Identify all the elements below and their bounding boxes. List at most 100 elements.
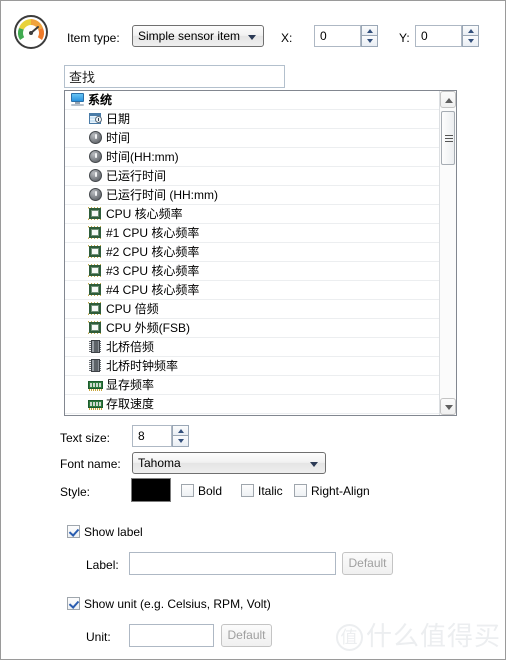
watermark-mark: 值 [335, 624, 363, 651]
list-item-label: 时间(HH:mm) [106, 150, 179, 164]
clock-icon [88, 188, 103, 202]
text-size-input[interactable] [132, 425, 172, 447]
bold-checkbox[interactable]: Bold [181, 484, 222, 498]
italic-checkbox[interactable]: Italic [241, 484, 283, 498]
list-item-label: 系统 [88, 93, 113, 107]
search-input[interactable] [64, 65, 285, 88]
memory-icon [88, 378, 103, 392]
clock-icon [88, 150, 103, 164]
y-stepper-down[interactable] [462, 36, 479, 47]
show-label-text: Show label [84, 525, 143, 539]
right-align-checkbox[interactable]: Right-Align [294, 484, 370, 498]
cpu-icon [88, 302, 103, 316]
unit-default-button[interactable]: Default [221, 624, 272, 647]
chevron-down-icon [248, 35, 256, 40]
list-item[interactable]: #3 CPU 核心频率 [65, 262, 439, 281]
list-item[interactable]: 时间 [65, 129, 439, 148]
list-item-label: #3 CPU 核心频率 [106, 264, 200, 278]
text-color-swatch[interactable] [131, 478, 171, 502]
item-type-value: Simple sensor item [138, 29, 241, 43]
dialog-root: Item type: Simple sensor item X: Y: 系统日期… [1, 1, 505, 659]
header-bar: Item type: Simple sensor item X: Y: [1, 1, 506, 59]
watermark-text: 什么值得买 [365, 622, 501, 652]
x-stepper-down[interactable] [361, 36, 378, 47]
list-item-label: 日期 [106, 112, 131, 126]
chevron-down-icon [310, 462, 318, 467]
list-item[interactable]: #4 CPU 核心频率 [65, 281, 439, 300]
watermark: 值什么值得买 [335, 616, 501, 653]
list-item[interactable]: CPU 核心频率 [65, 205, 439, 224]
list-item[interactable]: 北桥时钟频率 [65, 357, 439, 376]
y-stepper-up[interactable] [462, 25, 479, 36]
list-item-label: 时间 [106, 131, 131, 145]
list-item[interactable]: #2 CPU 核心频率 [65, 243, 439, 262]
sensor-list[interactable]: 系统日期时间时间(HH:mm) 已运行时间已运行时间 (HH:mm) CPU 核心频… [64, 90, 457, 416]
unit-field-label: Unit: [86, 630, 111, 644]
checkbox-box [67, 597, 80, 610]
date-icon [88, 112, 103, 126]
x-label: X: [281, 31, 293, 45]
x-input[interactable] [314, 25, 361, 47]
right-align-label: Right-Align [311, 484, 370, 498]
list-item-label: 已运行时间 (HH:mm) [106, 188, 218, 202]
list-item[interactable]: #1 CPU 核心频率 [65, 224, 439, 243]
y-input[interactable] [415, 25, 462, 47]
list-item-label: 显存频率 [106, 378, 155, 392]
show-label-checkbox[interactable]: Show label [67, 525, 143, 539]
sensor-list-items: 系统日期时间时间(HH:mm) 已运行时间已运行时间 (HH:mm) CPU 核心频… [65, 91, 439, 415]
list-item[interactable]: 时间(HH:mm) [65, 148, 439, 167]
cpu-icon [88, 264, 103, 278]
list-item-label: #2 CPU 核心频率 [106, 245, 200, 259]
scrollbar-thumb[interactable] [441, 111, 455, 165]
cpu-icon [88, 226, 103, 240]
text-size-label: Text size: [60, 431, 111, 445]
text-size-stepper-up[interactable] [172, 425, 189, 436]
list-item-label: #1 CPU 核心频率 [106, 226, 200, 240]
northbridge-icon [88, 359, 103, 373]
cpu-icon [88, 283, 103, 297]
label-field-label: Label: [86, 558, 119, 572]
list-item[interactable]: 已运行时间 (HH:mm) [65, 186, 439, 205]
sensor-list-scrollbar[interactable] [439, 91, 456, 415]
font-name-dropdown[interactable]: Tahoma [132, 452, 326, 474]
label-default-button[interactable]: Default [342, 552, 393, 575]
northbridge-icon [88, 340, 103, 354]
checkbox-box [67, 525, 80, 538]
style-label: Style: [60, 485, 91, 499]
gauge-icon [13, 14, 49, 50]
list-item-label: #4 CPU 核心频率 [106, 283, 200, 297]
checkbox-box [294, 484, 307, 497]
x-stepper-up[interactable] [361, 25, 378, 36]
item-type-dropdown[interactable]: Simple sensor item [132, 25, 264, 47]
list-item[interactable]: 系统 [65, 91, 439, 110]
clock-icon [88, 131, 103, 145]
list-item[interactable]: CPU 倍频 [65, 300, 439, 319]
cpu-icon [88, 245, 103, 259]
list-item[interactable]: 存取速度 [65, 395, 439, 414]
scroll-down-icon[interactable] [440, 398, 456, 415]
y-label: Y: [399, 31, 410, 45]
list-item[interactable]: 显存频率 [65, 376, 439, 395]
show-unit-checkbox[interactable]: Show unit (e.g. Celsius, RPM, Volt) [67, 597, 271, 611]
x-stepper[interactable] [361, 25, 378, 47]
text-size-stepper[interactable] [172, 425, 189, 447]
label-input[interactable] [129, 552, 336, 575]
unit-input[interactable] [129, 624, 214, 647]
clock-icon [88, 169, 103, 183]
monitor-icon [70, 93, 85, 107]
list-item-label: CPU 外频(FSB) [106, 321, 191, 335]
list-item[interactable]: 日期 [65, 110, 439, 129]
list-item-label: CPU 核心频率 [106, 207, 183, 221]
text-size-stepper-down[interactable] [172, 436, 189, 447]
cpu-icon [88, 207, 103, 221]
y-stepper[interactable] [462, 25, 479, 47]
list-item[interactable]: CPU 外频(FSB) [65, 319, 439, 338]
list-item-label: CPU 倍频 [106, 302, 159, 316]
scroll-up-icon[interactable] [440, 91, 456, 108]
memory-icon [88, 397, 103, 411]
checkbox-box [181, 484, 194, 497]
list-item[interactable]: 北桥倍频 [65, 338, 439, 357]
list-item[interactable]: 已运行时间 [65, 167, 439, 186]
item-type-label: Item type: [67, 31, 120, 45]
show-unit-text: Show unit (e.g. Celsius, RPM, Volt) [84, 597, 271, 611]
